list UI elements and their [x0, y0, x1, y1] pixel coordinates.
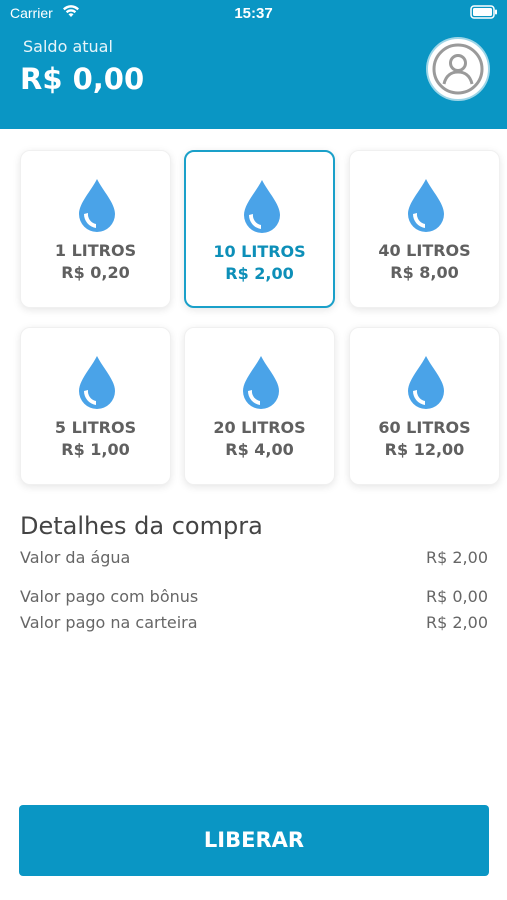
detail-row-water-value: Valor da água R$ 2,00 — [20, 548, 488, 572]
water-drop-icon — [79, 179, 115, 232]
product-card-5-litros[interactable]: 5 LITROS R$ 1,00 — [20, 327, 171, 485]
product-price: R$ 8,00 — [390, 263, 459, 282]
product-liters: 60 LITROS — [378, 418, 471, 437]
balance-value: R$ 0,00 — [20, 62, 145, 96]
detail-label: Valor pago na carteira — [20, 613, 198, 632]
clock: 15:37 — [234, 5, 273, 22]
product-liters: 10 LITROS — [213, 242, 306, 261]
profile-avatar-button[interactable] — [428, 39, 488, 99]
detail-value: R$ 2,00 — [425, 613, 488, 632]
detail-value: R$ 0,00 — [425, 587, 488, 606]
water-drop-icon — [79, 356, 115, 409]
product-card-10-litros[interactable]: 10 LITROS R$ 2,00 — [184, 150, 335, 308]
product-price: R$ 12,00 — [384, 440, 465, 459]
product-grid: 1 LITROS R$ 0,20 10 LITROS R$ 2,00 40 LI… — [20, 150, 502, 486]
product-liters: 1 LITROS — [54, 241, 137, 260]
liberar-button[interactable]: LIBERAR — [19, 805, 489, 876]
detail-value: R$ 2,00 — [425, 548, 488, 567]
header: Carrier 15:37 Saldo atual R$ 0,00 — [0, 0, 507, 129]
product-card-60-litros[interactable]: 60 LITROS R$ 12,00 — [349, 327, 500, 485]
product-price: R$ 1,00 — [61, 440, 130, 459]
detail-row-wallet: Valor pago na carteira R$ 2,00 — [20, 613, 488, 637]
product-liters: 40 LITROS — [378, 241, 471, 260]
product-card-20-litros[interactable]: 20 LITROS R$ 4,00 — [184, 327, 335, 485]
water-drop-icon — [244, 180, 280, 233]
details-title: Detalhes da compra — [20, 512, 263, 540]
water-drop-icon — [408, 356, 444, 409]
water-drop-icon — [408, 179, 444, 232]
product-liters: 20 LITROS — [213, 418, 306, 437]
product-price: R$ 0,20 — [61, 263, 130, 282]
water-drop-icon — [243, 356, 279, 409]
detail-label: Valor da água — [20, 548, 131, 567]
product-price: R$ 4,00 — [225, 440, 294, 459]
balance-label: Saldo atual — [23, 37, 113, 56]
product-card-1-litros[interactable]: 1 LITROS R$ 0,20 — [20, 150, 171, 308]
battery-icon — [470, 5, 497, 19]
product-price: R$ 2,00 — [225, 264, 294, 283]
product-card-40-litros[interactable]: 40 LITROS R$ 8,00 — [349, 150, 500, 308]
user-avatar-icon — [432, 43, 484, 95]
detail-label: Valor pago com bônus — [20, 587, 199, 606]
detail-row-bonus: Valor pago com bônus R$ 0,00 — [20, 587, 488, 611]
status-bar: Carrier 15:37 — [0, 0, 507, 30]
product-liters: 5 LITROS — [54, 418, 137, 437]
